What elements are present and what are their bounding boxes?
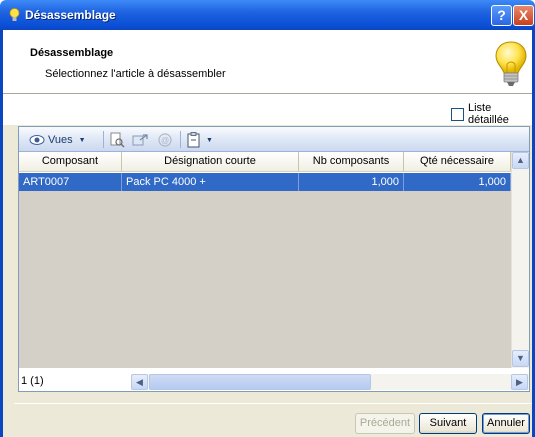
email-icon[interactable]: @ (157, 132, 173, 148)
scroll-left-button[interactable]: ◀ (131, 374, 148, 390)
column-header-qte-necessaire[interactable]: Qté nécessaire (404, 152, 511, 171)
next-button[interactable]: Suivant (419, 413, 477, 434)
toolbar-separator (103, 131, 104, 148)
scroll-down-button[interactable]: ▼ (512, 350, 529, 367)
column-header-nb-composants[interactable]: Nb composants (299, 152, 404, 171)
views-label: Vues (48, 134, 73, 146)
detailed-list-checkbox[interactable]: Liste détaillée (451, 102, 535, 126)
scroll-thumb[interactable] (149, 374, 371, 390)
checkbox-box[interactable] (451, 107, 464, 121)
grid-toolbar: Vues ▼ @ ▼ (19, 127, 529, 152)
scroll-up-button[interactable]: ▲ (512, 152, 529, 169)
window-title: Désassemblage (25, 8, 116, 22)
cell-designation: Pack PC 4000 + (122, 173, 299, 191)
grid-header: Composant Désignation courte Nb composan… (19, 152, 511, 172)
help-button[interactable]: ? (491, 5, 512, 26)
grid-empty-area (19, 191, 511, 368)
header-subtitle: Sélectionnez l'article à désassembler (45, 68, 226, 80)
column-header-composant[interactable]: Composant (19, 152, 122, 171)
svg-text:@: @ (161, 136, 169, 145)
chevron-down-icon: ▼ (78, 136, 86, 144)
detailed-list-label: Liste détaillée (467, 102, 509, 126)
header-title: Désassemblage (30, 47, 114, 59)
export-icon[interactable] (132, 132, 150, 148)
lightbulb-icon (495, 41, 527, 86)
toolbar-separator (180, 131, 181, 148)
cell-composant: ART0007 (19, 173, 122, 191)
lightbulb-icon (9, 8, 20, 21)
horizontal-scrollbar[interactable]: ◀ ▶ (131, 374, 529, 390)
cell-nb-composants: 1,000 (299, 173, 404, 191)
scroll-right-button[interactable]: ▶ (511, 374, 528, 390)
table-row[interactable]: ART0007 Pack PC 4000 + 1,000 1,000 (19, 173, 511, 191)
column-header-designation[interactable]: Désignation courte (122, 152, 299, 171)
previous-button[interactable]: Précédent (355, 413, 415, 434)
clipboard-menu-button[interactable]: ▼ (187, 132, 213, 148)
clipboard-icon (187, 132, 200, 148)
cancel-button[interactable]: Annuler (482, 413, 530, 434)
print-preview-icon[interactable] (109, 132, 125, 148)
eye-icon (29, 135, 45, 145)
components-grid: Vues ▼ @ ▼ Composant Désignation courte … (18, 126, 530, 392)
chevron-down-icon: ▼ (206, 136, 213, 144)
close-button[interactable]: X (513, 5, 534, 26)
title-bar[interactable]: Désassemblage ? X (0, 0, 535, 30)
cell-qte-necessaire: 1,000 (404, 173, 511, 191)
vertical-scrollbar[interactable]: ▲ ▼ (511, 152, 529, 368)
grid-status-bar: 1 (1) ◀ ▶ (19, 372, 529, 391)
wizard-header: Désassemblage Sélectionnez l'article à d… (3, 30, 532, 94)
record-count: 1 (1) (21, 375, 44, 387)
views-button[interactable]: Vues ▼ (29, 132, 86, 148)
footer-divider (14, 403, 532, 404)
